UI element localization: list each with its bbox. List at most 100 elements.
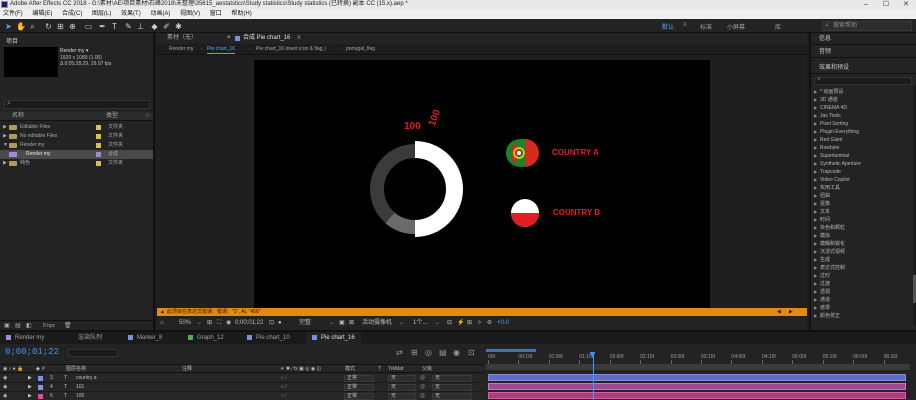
column-type[interactable]: 类型 xyxy=(106,112,118,121)
column-preserve-transparency[interactable]: T xyxy=(378,365,381,373)
effect-category-item[interactable]: ▶ Synthetic Aperture xyxy=(811,160,911,168)
menu-help[interactable]: 帮助(H) xyxy=(231,11,251,17)
expand-icon[interactable]: ▶ xyxy=(814,120,817,128)
effect-category-item[interactable]: ▶ 杂色和颗粒 xyxy=(811,224,911,232)
pan-behind-tool-icon[interactable]: ⊕ xyxy=(68,22,77,31)
layer-trkmat-dropdown[interactable]: 无 xyxy=(388,393,416,400)
search-help-input[interactable]: ⌕ 搜索帮助 xyxy=(822,21,912,31)
effect-category-item[interactable]: ▶ 实用工具 xyxy=(811,184,911,192)
work-area-start-handle[interactable] xyxy=(486,349,536,352)
fullscreen-icon[interactable]: ⛶ xyxy=(217,316,221,330)
menu-edit[interactable]: 编辑(E) xyxy=(32,11,52,17)
audio-panel-header[interactable]: 音频 xyxy=(811,46,916,58)
expand-icon[interactable]: ▶ xyxy=(814,232,817,240)
tab-marker-8[interactable]: Marker_8 xyxy=(128,332,162,344)
delete-icon[interactable]: 🗑 xyxy=(64,322,72,329)
layer-parent-dropdown[interactable]: 无 xyxy=(432,384,472,391)
column-name[interactable]: 名称 xyxy=(12,112,24,121)
effect-category-item[interactable]: ▶ 时间 xyxy=(811,216,911,224)
layer-mode-dropdown[interactable]: 正常 xyxy=(344,375,374,382)
layer-mode-dropdown[interactable]: 正常 xyxy=(344,393,374,400)
workspace-menu-icon[interactable]: ≡ xyxy=(683,22,687,28)
expand-icon[interactable]: ▶ xyxy=(814,280,817,288)
label-color-swatch[interactable] xyxy=(38,385,43,390)
effect-category-item[interactable]: ▶ Jax Tools xyxy=(811,112,911,120)
zoom-tool-icon[interactable]: ⌕ xyxy=(28,22,37,31)
column-layer-name[interactable]: 图层名称 xyxy=(66,365,86,373)
type-tool-icon[interactable]: T xyxy=(110,22,119,31)
layer-switches-icon[interactable]: ⊹ ⁄ xyxy=(280,374,286,383)
camera-tool-icon[interactable]: ⊞ xyxy=(56,22,65,31)
effect-category-item[interactable]: ▶ 过渡 xyxy=(811,280,911,288)
close-tab-icon[interactable]: × xyxy=(227,33,231,44)
effect-category-item[interactable]: ▶ 文本 xyxy=(811,208,911,216)
camera-snapshot-icon[interactable]: ⊡ xyxy=(269,316,274,330)
always-preview-icon[interactable]: ⌂ xyxy=(160,316,164,330)
visibility-icon[interactable]: ◉ xyxy=(3,374,7,383)
views-dropdown[interactable]: 1个... xyxy=(413,316,427,330)
column-mode[interactable]: 模式 xyxy=(345,365,355,373)
time-ruler[interactable]: 00f 00:15f 01:00f 01:15f 02:00f 02:15f 03:00f 0… xyxy=(484,348,910,364)
layer-parent-dropdown[interactable]: 无 xyxy=(432,375,472,382)
roto-brush-tool-icon[interactable]: ✐ xyxy=(162,22,171,31)
effect-category-item[interactable]: ▶ Superluminal xyxy=(811,152,911,160)
expand-icon[interactable]: ▶ xyxy=(814,184,817,192)
country-a-label[interactable]: COUNTRY A xyxy=(552,148,599,157)
tab-composition[interactable]: 合成 Pie chart_16 xyxy=(243,33,290,44)
breadcrumb-render-my[interactable]: Render my xyxy=(169,44,193,55)
layer-duration-bar[interactable] xyxy=(488,383,906,390)
region-of-interest-icon[interactable]: ▣ xyxy=(339,316,345,330)
camera-dropdown[interactable]: 活动摄像机 xyxy=(362,316,392,330)
workspace-standard[interactable]: 标准 xyxy=(700,22,712,31)
menu-composition[interactable]: 合成(C) xyxy=(62,11,82,17)
draft-3d-icon[interactable]: ⊞ xyxy=(411,348,418,357)
effect-category-item[interactable]: ▶ 透视 xyxy=(811,288,911,296)
composition-canvas[interactable]: 100 100 COUNTRY A COUNTRY B xyxy=(254,60,710,308)
effects-search-input[interactable]: ⌕ xyxy=(814,76,912,85)
expand-icon[interactable]: ▶ xyxy=(814,200,817,208)
pick-whip-icon[interactable]: @ xyxy=(420,383,425,392)
toggle-pixel-aspect-icon[interactable]: ⊟ xyxy=(447,316,452,330)
show-channel-icon[interactable]: ● xyxy=(278,316,282,330)
tab-footage[interactable]: 素材（无） xyxy=(167,33,197,44)
tab-graph-12[interactable]: Graph_12 xyxy=(188,332,224,344)
tab-project[interactable]: 项目 xyxy=(6,36,18,45)
maximize-button[interactable]: ☐ xyxy=(876,0,896,9)
layer-parent-dropdown[interactable]: 无 xyxy=(432,393,472,400)
expand-icon[interactable]: ▶ xyxy=(814,104,817,112)
label-column-icon[interactable]: ◆ xyxy=(36,365,40,373)
workspace-small-screen[interactable]: 小屏幕 xyxy=(727,22,745,31)
twirl-icon[interactable]: ▶ xyxy=(28,392,32,400)
av-features-icon[interactable]: ◉ ♪ ● 🔒 xyxy=(3,365,23,373)
resolution-dropdown[interactable]: 完整 xyxy=(299,316,311,330)
effects-presets-header[interactable]: 效果和预设 xyxy=(811,62,916,74)
visibility-icon[interactable]: ◉ xyxy=(3,392,7,400)
menu-layer[interactable]: 图层(L) xyxy=(92,11,111,17)
work-area-bar[interactable] xyxy=(486,364,910,370)
collapse-icon[interactable]: ▼ xyxy=(3,141,8,150)
expand-icon[interactable]: ▶ xyxy=(814,152,817,160)
expand-icon[interactable]: ▶ xyxy=(3,132,7,141)
expand-icon[interactable]: ▶ xyxy=(814,296,817,304)
project-row-render-my-comp[interactable]: Render my 合成 xyxy=(0,150,153,159)
expand-icon[interactable]: ▶ xyxy=(814,128,817,136)
layer-mode-dropdown[interactable]: 正常 xyxy=(344,384,374,391)
rectangle-tool-icon[interactable]: ▭ xyxy=(84,22,93,31)
menu-window[interactable]: 窗口 xyxy=(210,11,222,17)
project-row-editable-files[interactable]: ▶ Editable Files 文件夹 xyxy=(0,123,153,132)
expand-icon[interactable]: ▶ xyxy=(814,288,817,296)
eraser-tool-icon[interactable]: ◆ xyxy=(150,22,159,31)
column-comment[interactable]: 注释 xyxy=(182,365,192,373)
snapshot-icon[interactable]: ◉ xyxy=(226,316,231,330)
breadcrumb-pie-chart[interactable]: Pie chart_16 xyxy=(207,45,236,54)
country-b-label[interactable]: COUNTRY B xyxy=(553,208,600,217)
effect-category-item[interactable]: ▶ 模糊和锐化 xyxy=(811,240,911,248)
current-time-display[interactable]: 0;00;01;22 xyxy=(5,347,59,357)
new-composition-icon[interactable]: ◧ xyxy=(26,322,32,329)
layer-trkmat-dropdown[interactable]: 无 xyxy=(388,384,416,391)
layer-row[interactable]: ◉ ▶ 3 T country a ⊹ ⁄ 正常 无 @ 无 xyxy=(0,374,484,383)
expand-icon[interactable]: ▶ xyxy=(814,192,817,200)
tab-render-my[interactable]: Render my xyxy=(6,332,44,344)
clone-stamp-tool-icon[interactable]: ⊥ xyxy=(136,22,145,31)
menu-animation[interactable]: 动画(A) xyxy=(150,11,170,17)
